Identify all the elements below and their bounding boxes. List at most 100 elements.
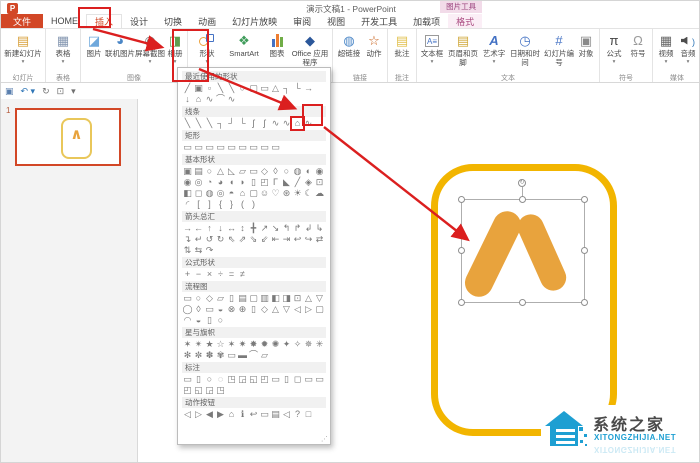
shape-item[interactable]: ▢ xyxy=(248,188,259,199)
shape-item[interactable]: ↰ xyxy=(281,223,292,234)
shape-item[interactable]: ◇ xyxy=(204,293,215,304)
shape-item[interactable]: ◈ xyxy=(303,177,314,188)
shape-item[interactable]: △ xyxy=(270,83,281,94)
shape-item[interactable]: ✧ xyxy=(292,339,303,350)
shape-item[interactable]: ↗ xyxy=(259,223,270,234)
shape-item[interactable]: ⇥ xyxy=(281,234,292,245)
shape-item[interactable]: ⌒ xyxy=(248,350,259,361)
selection-handle[interactable] xyxy=(458,196,465,203)
shape-item[interactable]: ▷ xyxy=(303,304,314,315)
shape-item[interactable]: ╲ xyxy=(215,83,226,94)
shape-item[interactable]: ○ xyxy=(215,315,226,326)
shape-item[interactable]: ? xyxy=(292,409,303,420)
shape-item[interactable]: ☺ xyxy=(259,188,270,199)
shape-item[interactable]: ◇ xyxy=(259,304,270,315)
slide-thumbnail[interactable]: ∧ xyxy=(15,108,121,166)
tab-view[interactable]: 视图 xyxy=(319,14,353,28)
shape-item[interactable]: ( xyxy=(237,199,248,210)
shape-item[interactable]: } xyxy=(226,199,237,210)
shape-item[interactable]: ↓ xyxy=(215,223,226,234)
tab-insert[interactable]: 插入 xyxy=(86,14,122,28)
ribbon-button-header-footer[interactable]: ▤页眉和页脚 xyxy=(445,30,481,74)
ribbon-button-comment[interactable]: ▤批注 xyxy=(390,30,414,74)
shape-item[interactable]: ◕ xyxy=(215,177,226,188)
shape-item[interactable]: ◻ xyxy=(292,374,303,385)
shape-item[interactable]: ▭ xyxy=(259,83,270,94)
shape-item[interactable]: ⇖ xyxy=(226,234,237,245)
shape-item[interactable]: ▤ xyxy=(270,409,281,420)
shape-item[interactable]: ⌂ xyxy=(193,94,204,105)
shape-item[interactable]: ▯ xyxy=(248,177,259,188)
shape-item[interactable]: ╲ xyxy=(226,83,237,94)
ribbon-button-audio[interactable]: )音频▾ xyxy=(677,30,699,74)
selection-handle[interactable] xyxy=(519,299,526,306)
shape-item[interactable]: ▯ xyxy=(281,374,292,385)
shape-item[interactable]: ← xyxy=(193,223,204,234)
shape-item[interactable]: ⊛ xyxy=(281,188,292,199)
shape-item[interactable]: ✾ xyxy=(215,350,226,361)
shape-item[interactable]: ◁ xyxy=(182,409,193,420)
shape-item[interactable]: ◜ xyxy=(182,199,193,210)
shape-item[interactable]: ☆ xyxy=(215,339,226,350)
shape-item[interactable]: ◺ xyxy=(226,166,237,177)
shape-item[interactable]: ⇗ xyxy=(237,234,248,245)
shape-item[interactable]: ◔ xyxy=(204,177,215,188)
shape-item[interactable]: ✴ xyxy=(193,339,204,350)
shape-item[interactable]: ▥ xyxy=(259,293,270,304)
shape-item[interactable]: ▭ xyxy=(215,142,226,153)
shape-item[interactable]: ◰ xyxy=(259,374,270,385)
shape-item[interactable]: ◌ xyxy=(215,374,226,385)
shape-item[interactable]: ✶ xyxy=(182,339,193,350)
shape-item[interactable]: ▯ xyxy=(204,315,215,326)
shape-item[interactable]: ╲ xyxy=(182,118,193,129)
shape-item[interactable]: ◳ xyxy=(226,374,237,385)
shape-item[interactable]: ✶ xyxy=(226,339,237,350)
selection-handle[interactable] xyxy=(581,299,588,306)
shape-item[interactable]: ▣ xyxy=(193,83,204,94)
shape-item[interactable]: ⇄ xyxy=(314,234,325,245)
shape-item[interactable]: ▭ xyxy=(182,142,193,153)
ribbon-button-new-slide[interactable]: ▤新建幻灯片▾ xyxy=(3,30,43,74)
ribbon-button-picture[interactable]: ◪图片 xyxy=(83,30,105,74)
shape-item[interactable]: ↕ xyxy=(237,223,248,234)
shape-item[interactable]: ▭ xyxy=(303,374,314,385)
shape-item[interactable]: ◻ xyxy=(193,188,204,199)
shape-item[interactable]: ↱ xyxy=(292,223,303,234)
shape-item[interactable]: ⌒ xyxy=(215,94,226,105)
shape-item[interactable]: ✷ xyxy=(237,339,248,350)
shape-item[interactable]: + xyxy=(182,269,193,280)
shape-item[interactable]: ▣ xyxy=(182,166,193,177)
shape-item[interactable]: ↴ xyxy=(182,234,193,245)
shape-item[interactable]: → xyxy=(182,223,193,234)
shape-item[interactable]: △ xyxy=(270,304,281,315)
shape-item[interactable]: ʃ xyxy=(248,118,259,129)
shape-item[interactable]: ╱ xyxy=(292,177,303,188)
shape-item[interactable]: ◧ xyxy=(182,188,193,199)
shape-item[interactable]: ◲ xyxy=(204,385,215,396)
shape-item[interactable]: ◒ xyxy=(193,315,204,326)
shape-item[interactable]: ʃ xyxy=(259,118,270,129)
shape-item[interactable]: ↵ xyxy=(193,234,204,245)
rotation-handle[interactable]: ↻ xyxy=(518,179,526,187)
shape-item[interactable]: ⊗ xyxy=(226,304,237,315)
shape-item[interactable]: ▭ xyxy=(259,142,270,153)
ribbon-button-online-pictures[interactable]: ◕联机图片 xyxy=(105,30,135,74)
shape-item[interactable]: ✺ xyxy=(270,339,281,350)
shape-item[interactable]: ↷ xyxy=(204,245,215,256)
ribbon-button-table[interactable]: ▦表格▾ xyxy=(48,30,78,74)
shape-item[interactable]: ▶ xyxy=(215,409,226,420)
shape-item[interactable]: ◣ xyxy=(281,177,292,188)
shape-item[interactable]: ▤ xyxy=(237,293,248,304)
shape-item[interactable]: ◁ xyxy=(292,304,303,315)
shape-item[interactable]: ↲ xyxy=(303,223,314,234)
shape-item[interactable]: ✽ xyxy=(204,350,215,361)
shape-item[interactable]: ╋ xyxy=(248,223,259,234)
shape-item[interactable]: ▭ xyxy=(182,293,193,304)
shape-item[interactable]: ▭ xyxy=(226,350,237,361)
shape-item[interactable]: ▽ xyxy=(281,304,292,315)
shape-item[interactable]: ↺ xyxy=(204,234,215,245)
shape-item[interactable]: ▭ xyxy=(237,142,248,153)
shape-item[interactable]: ∿ xyxy=(226,94,237,105)
shape-item[interactable]: ★ xyxy=(204,339,215,350)
shape-item[interactable]: ℹ xyxy=(237,409,248,420)
